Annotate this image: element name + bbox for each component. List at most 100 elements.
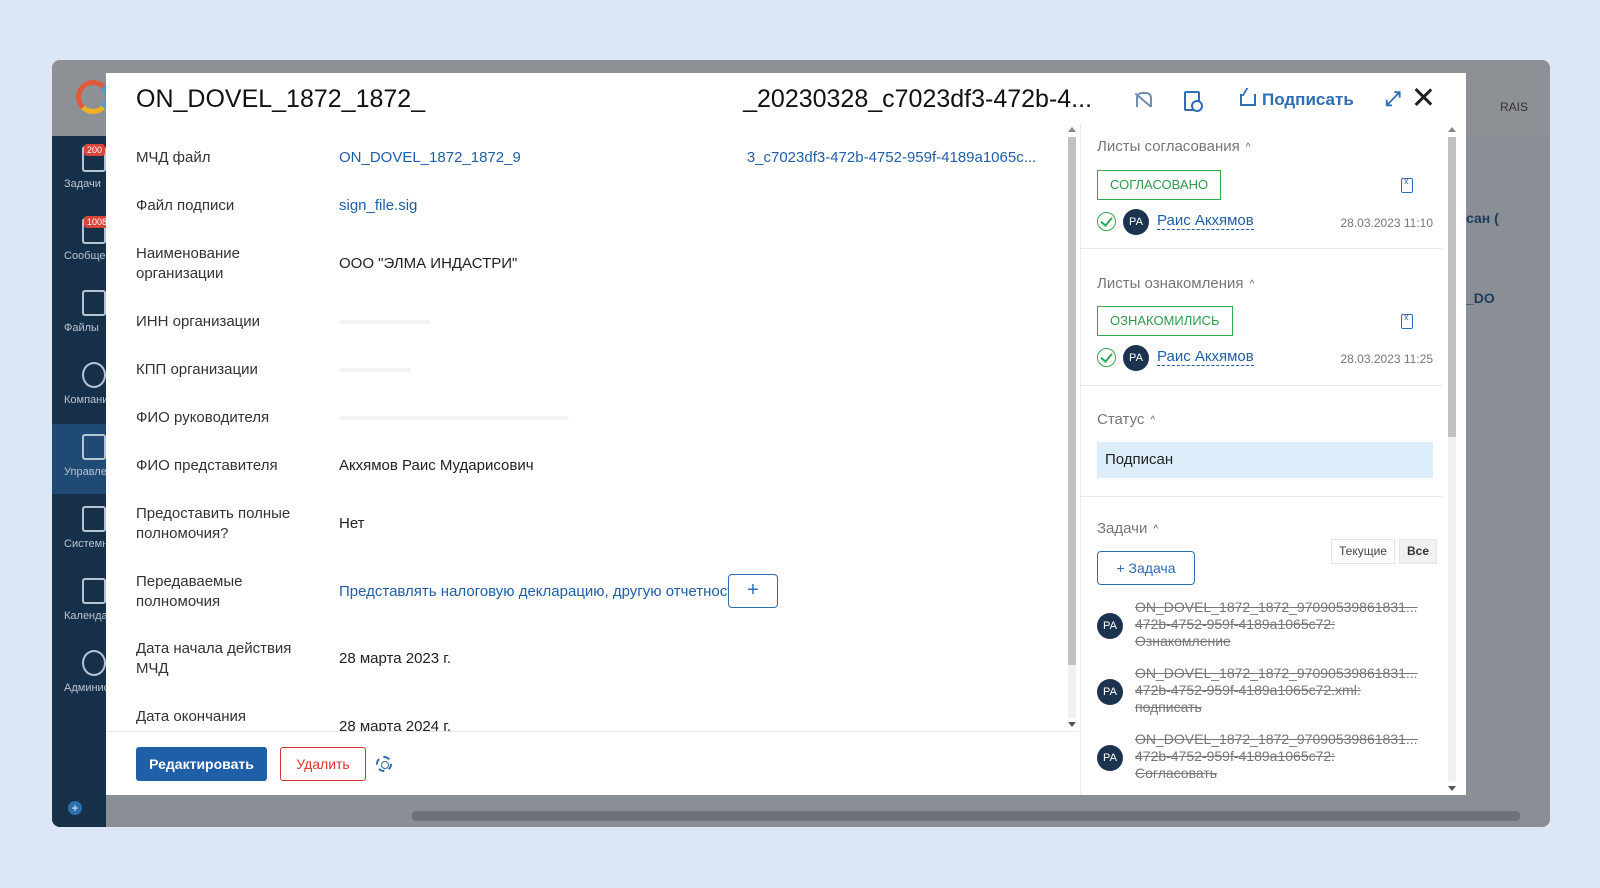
sidebar-item-label: Сообщения — [64, 250, 106, 262]
chevron-up-icon: ^ — [1150, 414, 1156, 426]
scrollbar-thumb[interactable] — [1448, 137, 1456, 437]
title-prefix: ON_DOVEL_1872_1872_ — [136, 85, 426, 113]
mchd-file-prefix: ON_DOVEL_1872_1872_9 — [339, 149, 521, 166]
task-line: ON_DOVEL_1872_1872_97090539861831... — [1135, 665, 1418, 681]
task-line: ON_DOVEL_1872_1872_97090539861831... — [1135, 731, 1418, 747]
sidebar-item-calendar[interactable]: Календарь — [52, 568, 106, 638]
user-label[interactable]: RAIS — [1500, 100, 1528, 114]
avatar: РА — [1123, 345, 1149, 371]
full-powers-value: Нет — [339, 515, 365, 532]
status-title: Статус — [1097, 411, 1145, 428]
sidebar-item-label: Файлы — [64, 322, 99, 334]
filter-all-tab[interactable]: Все — [1399, 539, 1438, 564]
task-line: подписать — [1135, 699, 1202, 715]
add-icon[interactable]: + — [68, 801, 82, 815]
sidebar-item-files[interactable]: Файлы — [52, 280, 106, 350]
add-power-button[interactable]: + — [728, 574, 778, 608]
status-section-title[interactable]: Статус ^ — [1097, 411, 1155, 428]
sidebar-item-label: Задачи — [64, 178, 101, 190]
chevron-up-icon: ^ — [1245, 141, 1251, 153]
excel-export-icon[interactable] — [1401, 176, 1413, 193]
sign-button[interactable]: Подписать — [1240, 87, 1354, 113]
field-label: МЧД файл — [136, 149, 211, 166]
gear-icon — [82, 650, 106, 676]
field-label: Дата начала действия МЧД — [136, 640, 292, 677]
close-icon[interactable] — [1411, 85, 1435, 109]
sidebar-item-company[interactable]: Компания — [52, 352, 106, 422]
sidebar-item-label: Системные справочники — [64, 538, 106, 550]
field-label: КПП организации — [136, 361, 258, 378]
task-line: Ознакомление — [1135, 633, 1231, 649]
delete-button[interactable]: Удалить — [280, 747, 366, 781]
director-redacted — [339, 416, 569, 420]
side-panel-scrollbar[interactable] — [1446, 125, 1458, 793]
avatar: РА — [1097, 679, 1123, 705]
sidebar-item-messages[interactable]: 1008 Сообщения — [52, 208, 106, 278]
field-label: ФИО представителя — [136, 457, 278, 474]
chevron-up-icon: ^ — [1153, 523, 1159, 535]
status-value: Подписан — [1097, 442, 1433, 478]
mchd-file-link[interactable]: ON_DOVEL_1872_1872_9 3_c7023df3-472b-4752… — [339, 148, 1036, 168]
settings-gear-icon[interactable] — [376, 756, 392, 772]
task-item[interactable]: РА ON_DOVEL_1872_1872_97090539861831... … — [1097, 599, 1437, 653]
task-text: ON_DOVEL_1872_1872_97090539861831... 472… — [1135, 599, 1435, 650]
sidebar-item-admin[interactable]: Администрирование — [52, 640, 106, 710]
tasks-section-title[interactable]: Задачи ^ — [1097, 520, 1158, 537]
approval-section-title[interactable]: Листы согласования ^ — [1097, 138, 1250, 155]
check-circle-icon — [1097, 348, 1116, 367]
scroll-down-icon[interactable] — [1448, 786, 1456, 791]
edit-button[interactable]: Редактировать — [136, 747, 267, 781]
task-line: ON_DOVEL_1872_1872_97090539861831... — [1135, 599, 1418, 615]
task-line: 472b-4752-959f-4189a1065c72.xml: — [1135, 682, 1361, 698]
scrollbar-thumb[interactable] — [1068, 137, 1076, 665]
acquainted-name-link[interactable]: Раис Акхямов — [1157, 348, 1254, 366]
sidebar-item-mchd[interactable]: Управление МЧД — [52, 424, 106, 494]
field-label: ФИО руководителя — [136, 409, 270, 426]
bell-off-icon[interactable] — [1132, 89, 1154, 111]
filter-current-tab[interactable]: Текущие — [1331, 539, 1395, 564]
scroll-down-icon[interactable] — [1068, 722, 1076, 727]
background-right — [1494, 136, 1550, 827]
approver-name-link[interactable]: Раис Акхямов — [1157, 212, 1254, 230]
app-sidebar: 200 Задачи 1008 Сообщения Файлы Компания… — [52, 136, 106, 827]
acquaint-status-badge: ОЗНАКОМИЛИСЬ — [1097, 306, 1233, 336]
signature-icon — [1240, 94, 1256, 106]
field-label: Предоставить полные полномочия? — [136, 505, 291, 542]
bg-horizontal-scrollbar[interactable] — [412, 811, 1520, 821]
modal-footer: Редактировать Удалить — [106, 731, 1078, 795]
task-text: ON_DOVEL_1872_1872_97090539861831... 472… — [1135, 665, 1435, 716]
task-item[interactable]: РА ON_DOVEL_1872_1872_97090539861831... … — [1097, 731, 1437, 785]
scroll-up-icon[interactable] — [1068, 127, 1076, 132]
divider — [1081, 248, 1442, 249]
sidebar-item-tasks[interactable]: 200 Задачи — [52, 136, 106, 206]
field-label: Передаваемые полномочия — [136, 573, 243, 610]
approval-person-row: РА Раис Акхямов 28.03.2023 11:10 — [1097, 209, 1437, 235]
approval-status-badge: СОГЛАСОВАНО — [1097, 170, 1222, 200]
acquaint-date: 28.03.2023 11:25 — [1340, 352, 1433, 366]
chevron-up-icon: ^ — [1249, 278, 1255, 290]
acquaint-section-title[interactable]: Листы ознакомления ^ — [1097, 275, 1254, 292]
end-date-value: 28 марта 2024 г. — [339, 718, 452, 731]
task-line: 472b-4752-959f-4189a1065c72: — [1135, 748, 1336, 764]
signature-file-link[interactable]: sign_file.sig — [339, 196, 417, 216]
scroll-up-icon[interactable] — [1448, 127, 1456, 132]
box-icon — [82, 434, 106, 460]
excel-export-icon[interactable] — [1401, 312, 1413, 329]
sidebar-item-directories[interactable]: Системные справочники — [52, 496, 106, 566]
mchd-file-suffix: 3_c7023df3-472b-4752-959f-4189a1065c... — [746, 149, 1037, 166]
acquaint-person-row: РА Раис Акхямов 28.03.2023 11:25 — [1097, 345, 1437, 371]
add-task-button[interactable]: + Задача — [1097, 551, 1195, 585]
powers-link[interactable]: Представлять налоговую декларацию, другу… — [339, 582, 742, 602]
fields-scrollbar[interactable] — [1066, 125, 1078, 729]
task-item[interactable]: РА ON_DOVEL_1872_1872_97090539861831... … — [1097, 665, 1437, 719]
mchd-modal: ON_DOVEL_1872_1872_ _20230328_c7023df3-47… — [106, 73, 1466, 795]
check-circle-icon — [1097, 212, 1116, 231]
document-sign-icon[interactable] — [1180, 89, 1203, 112]
task-line: 472b-4752-959f-4189a1065c72: — [1135, 616, 1336, 632]
side-panel: Листы согласования ^ СОГЛАСОВАНО РА Раис … — [1080, 123, 1442, 795]
expand-icon[interactable]: ⤢ — [1382, 88, 1404, 110]
task-line: Согласовать — [1135, 765, 1218, 781]
mchd-file-redaction — [520, 151, 747, 166]
inn-redacted — [339, 320, 431, 324]
calendar-icon — [82, 578, 106, 604]
